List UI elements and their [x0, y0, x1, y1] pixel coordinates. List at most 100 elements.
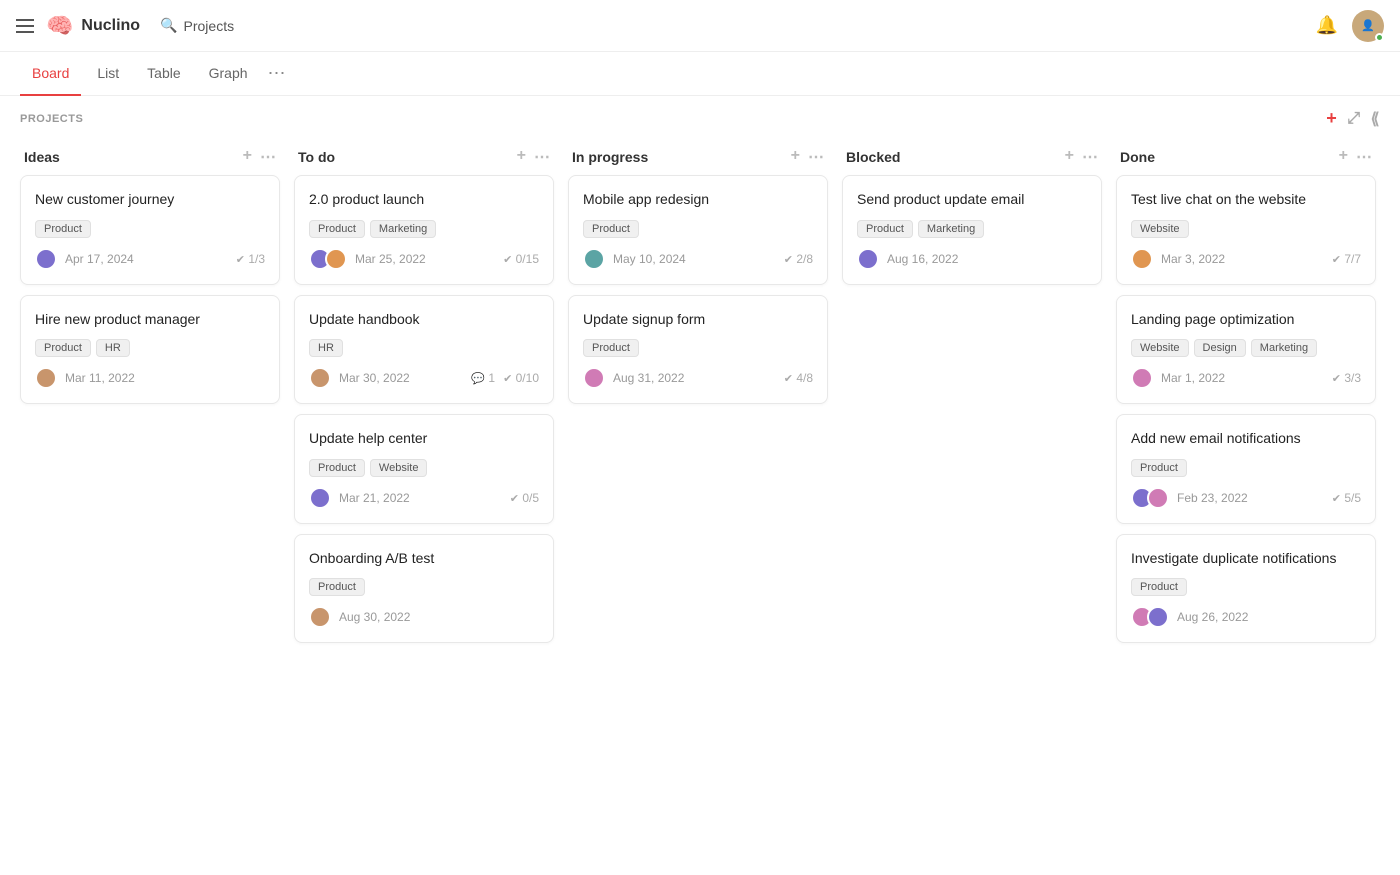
add-column-button[interactable]: + — [1326, 108, 1337, 129]
card-avatars — [309, 248, 347, 270]
col-menu-inprogress[interactable]: ⋯ — [808, 147, 824, 167]
card-date: Mar 30, 2022 — [339, 371, 410, 385]
card-avatars — [309, 606, 331, 628]
tag[interactable]: Product — [857, 220, 913, 238]
tag[interactable]: Marketing — [1251, 339, 1317, 357]
tab-more-menu[interactable]: ⋯ — [268, 63, 286, 84]
tag[interactable]: HR — [96, 339, 130, 357]
card-title: 2.0 product launch — [309, 190, 539, 210]
tab-list[interactable]: List — [85, 52, 131, 96]
tag[interactable]: Product — [583, 339, 639, 357]
card-meta: 💬 1✔ 0/10 — [471, 371, 539, 385]
card-inprogress-1[interactable]: Update signup form Product Aug 31, 2022 ✔ 4… — [568, 295, 828, 405]
col-menu-blocked[interactable]: ⋯ — [1082, 147, 1098, 167]
add-card-inprogress[interactable]: + — [791, 147, 800, 167]
check-icon: ✔ — [1332, 373, 1341, 385]
board-header-actions: + ⤢ ⟪ — [1326, 108, 1380, 129]
card-meta: ✔ 0/15 — [503, 252, 539, 266]
avatar — [325, 248, 347, 270]
hamburger-menu[interactable] — [16, 19, 34, 33]
check-icon: ✔ — [503, 373, 512, 385]
card-title: Update signup form — [583, 310, 813, 330]
tag[interactable]: Product — [1131, 578, 1187, 596]
card-inprogress-0[interactable]: Mobile app redesignProductMay 10, 2024✔ … — [568, 175, 828, 285]
user-avatar[interactable]: 👤 — [1352, 10, 1384, 42]
add-card-blocked[interactable]: + — [1065, 147, 1074, 167]
card-date: Aug 26, 2022 — [1177, 610, 1248, 624]
add-card-ideas[interactable]: + — [243, 147, 252, 167]
card-date: Aug 31, 2022 — [613, 371, 684, 385]
tag[interactable]: Website — [1131, 220, 1189, 238]
card-avatars — [35, 248, 57, 270]
card-tags: Product — [309, 578, 539, 596]
tab-board[interactable]: Board — [20, 52, 81, 96]
card-footer: Mar 30, 2022💬 1✔ 0/10 — [309, 367, 539, 389]
card-title: Send product update email — [857, 190, 1087, 210]
tag[interactable]: Product — [309, 578, 365, 596]
card-avatars — [1131, 248, 1153, 270]
card-done-0[interactable]: Test live chat on the websiteWebsiteMar … — [1116, 175, 1376, 285]
card-footer: Apr 17, 2024✔ 1/3 — [35, 248, 265, 270]
card-tags: Product Website — [309, 459, 539, 477]
tag[interactable]: Product — [309, 220, 365, 238]
card-title: Update help center — [309, 429, 539, 449]
avatar — [583, 367, 605, 389]
card-ideas-0[interactable]: New customer journey Product Apr 17, 2024✔… — [20, 175, 280, 285]
card-avatars — [1131, 367, 1153, 389]
card-checks: ✔ 4/8 — [784, 371, 813, 385]
card-todo-2[interactable]: Update help centerProductWebsiteMar 21, … — [294, 414, 554, 524]
card-checks: ✔ 0/5 — [510, 491, 539, 505]
add-card-done[interactable]: + — [1339, 147, 1348, 167]
chat-icon: 💬 — [471, 373, 485, 385]
tab-graph[interactable]: Graph — [197, 52, 260, 96]
card-todo-1[interactable]: Update handbookHRMar 30, 2022💬 1✔ 0/10 — [294, 295, 554, 405]
brain-icon: 🧠 — [46, 13, 73, 39]
tag[interactable]: Product — [583, 220, 639, 238]
expand-button[interactable]: ⤢ — [1347, 110, 1360, 128]
card-done-1[interactable]: Landing page optimization Website Design Ma… — [1116, 295, 1376, 405]
tag[interactable]: Product — [35, 220, 91, 238]
tag[interactable]: Website — [1131, 339, 1189, 357]
card-meta: ✔ 0/5 — [510, 491, 539, 505]
card-title: New customer journey — [35, 190, 265, 210]
card-todo-3[interactable]: Onboarding A/B testProductAug 30, 2022 — [294, 534, 554, 644]
col-menu-todo[interactable]: ⋯ — [534, 147, 550, 167]
col-menu-done[interactable]: ⋯ — [1356, 147, 1372, 167]
card-todo-0[interactable]: 2.0 product launchProductMarketingMar 25… — [294, 175, 554, 285]
card-tags: Product — [583, 339, 813, 357]
bell-icon[interactable]: 🔔 — [1316, 15, 1338, 36]
tag[interactable]: Website — [370, 459, 428, 477]
card-done-3[interactable]: Investigate duplicate notificationsProdu… — [1116, 534, 1376, 644]
board-columns: Ideas + ⋯ New customer journeyProductApr… — [0, 137, 1400, 872]
tag[interactable]: HR — [309, 339, 343, 357]
card-comments: 💬 1 — [471, 371, 495, 385]
column-ideas: Ideas + ⋯ New customer journeyProductApr… — [20, 137, 280, 872]
col-actions-todo: + ⋯ — [517, 147, 550, 167]
tag[interactable]: Product — [309, 459, 365, 477]
tag[interactable]: Marketing — [370, 220, 436, 238]
tag[interactable]: Design — [1194, 339, 1246, 357]
tag[interactable]: Marketing — [918, 220, 984, 238]
avatar — [309, 606, 331, 628]
card-date: Mar 11, 2022 — [65, 371, 135, 385]
card-title: Add new email notifications — [1131, 429, 1361, 449]
search-area[interactable]: 🔍 Projects — [160, 17, 234, 34]
tab-table[interactable]: Table — [135, 52, 192, 96]
add-card-todo[interactable]: + — [517, 147, 526, 167]
card-tags: HR — [309, 339, 539, 357]
card-date: Apr 17, 2024 — [65, 252, 134, 266]
card-avatars — [583, 367, 605, 389]
logo-text: Nuclino — [81, 17, 140, 35]
card-title: Landing page optimization — [1131, 310, 1361, 330]
collapse-button[interactable]: ⟪ — [1371, 109, 1380, 129]
card-ideas-1[interactable]: Hire new product managerProductHRMar 11,… — [20, 295, 280, 405]
tag[interactable]: Product — [35, 339, 91, 357]
card-blocked-0[interactable]: Send product update email Product Marketin… — [842, 175, 1102, 285]
col-menu-ideas[interactable]: ⋯ — [260, 147, 276, 167]
card-done-2[interactable]: Add new email notificationsProductFeb 23… — [1116, 414, 1376, 524]
tag[interactable]: Product — [1131, 459, 1187, 477]
card-tags: Product Marketing — [857, 220, 1087, 238]
card-tags: Product Marketing — [309, 220, 539, 238]
card-tags: Website — [1131, 220, 1361, 238]
logo[interactable]: 🧠 Nuclino — [46, 13, 140, 39]
